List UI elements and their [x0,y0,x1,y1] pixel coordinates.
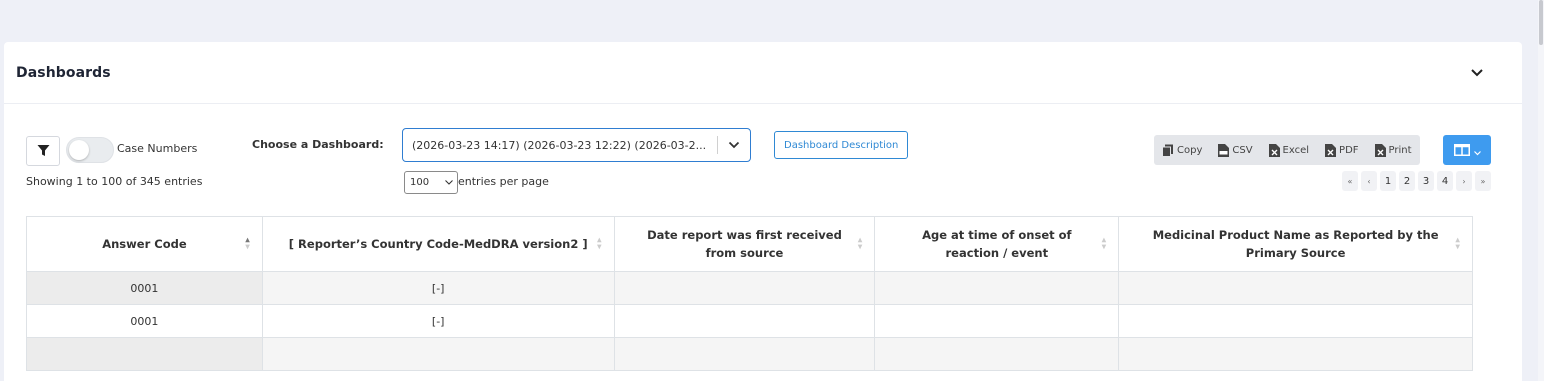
table-cell [874,271,1120,305]
chevron-down-icon [1473,141,1481,160]
table-cell [26,337,263,371]
table-cell: [-] [261,304,615,338]
page-3-button[interactable]: 3 [1418,171,1434,191]
pdf-file-icon [1325,143,1337,157]
table-row[interactable]: 0001 [-] [26,271,1473,305]
table-cell: 0001 [26,271,263,305]
page-length-select[interactable]: 100 [404,171,458,194]
export-buttons: Copy CSV Excel PDF Print [1154,135,1420,165]
column-header-reporter-country-code[interactable]: [ Reporter’s Country Code-MedDRA version… [261,216,615,272]
table-cell [613,337,876,371]
first-page-button[interactable]: « [1342,171,1358,191]
page-length-value: 100 [410,177,430,188]
table-cell [1118,337,1473,371]
csv-label: CSV [1232,144,1253,156]
column-header-label: [ Reporter’s Country Code-MedDRA version… [288,237,588,251]
page-scrollbar[interactable] [1538,0,1544,381]
case-numbers-toggle[interactable] [66,137,114,163]
chevron-down-icon[interactable] [718,141,750,149]
sort-ascending-icon: ▲ ▼ [245,236,250,251]
pdf-label: PDF [1339,144,1359,156]
next-page-button[interactable]: › [1456,171,1472,191]
card-title: Dashboards [16,64,111,81]
table-cell [613,304,876,338]
page-length-label: entries per page [458,175,549,188]
scrollbar-thumb[interactable] [1539,0,1543,45]
column-header-label: Date report was first received from sour… [647,228,842,260]
copy-label: Copy [1177,144,1203,156]
print-file-icon [1374,143,1386,157]
page-4-button[interactable]: 4 [1437,171,1453,191]
case-numbers-label: Case Numbers [117,142,198,155]
column-header-label: Medicinal Product Name as Reported by th… [1152,228,1439,260]
column-visibility-button[interactable] [1443,135,1491,165]
sort-icon: ▲ ▼ [857,236,863,251]
excel-button[interactable]: Excel [1261,135,1318,165]
table-row[interactable] [26,337,1473,371]
chevron-down-icon[interactable] [1470,66,1484,80]
sort-icon: ▲ ▼ [596,236,602,251]
copy-icon [1162,144,1174,157]
table-cell: [-] [261,271,615,305]
table-cell [261,337,615,371]
table-cell: 0001 [26,304,263,338]
column-header-answer-code[interactable]: Answer Code ▲ ▼ [26,216,263,272]
pdf-button[interactable]: PDF [1317,135,1366,165]
table-info: Showing 1 to 100 of 345 entries [26,175,203,188]
pagination: « ‹ 1 2 3 4 › » [1342,171,1491,191]
filter-icon [37,142,50,161]
table-cell [874,304,1120,338]
table-cell [1118,304,1473,338]
filter-button[interactable] [26,136,60,166]
sort-icon: ▲ ▼ [1101,236,1107,251]
print-label: Print [1388,144,1412,156]
page-2-button[interactable]: 2 [1399,171,1415,191]
excel-label: Excel [1282,144,1310,156]
table-header-row: Answer Code ▲ ▼ [ Reporter’s Country Code… [26,216,1473,272]
column-header-label: Age at time of onset of reaction / event [922,228,1072,260]
toggle-knob [69,140,89,160]
table-cell [1118,271,1473,305]
dashboard-description-button[interactable]: Dashboard Description [774,131,909,159]
copy-button[interactable]: Copy [1154,135,1210,165]
dashboard-select[interactable]: (2026-03-23 14:17) (2026-03-23 12:22) (2… [402,128,751,162]
sort-icon: ▲ ▼ [1455,236,1460,251]
columns-icon [1453,141,1470,160]
card-header: Dashboards [4,42,1522,104]
print-button[interactable]: Print [1367,135,1420,165]
column-header-label: Answer Code [102,237,187,251]
chevron-down-icon [445,177,453,188]
column-header-medicinal-product-name[interactable]: Medicinal Product Name as Reported by th… [1118,216,1473,272]
dashboard-select-value: (2026-03-23 14:17) (2026-03-23 12:22) (2… [412,138,707,152]
last-page-button[interactable]: » [1475,171,1491,191]
column-header-age-at-onset[interactable]: Age at time of onset of reaction / event… [874,216,1120,272]
csv-file-icon [1218,143,1230,157]
table-cell [874,337,1120,371]
column-header-date-received[interactable]: Date report was first received from sour… [613,216,876,272]
page-1-button[interactable]: 1 [1380,171,1396,191]
results-table: Answer Code ▲ ▼ [ Reporter’s Country Code… [26,216,1473,371]
csv-button[interactable]: CSV [1210,135,1260,165]
excel-file-icon [1268,143,1280,157]
table-cell [613,271,876,305]
table-row[interactable]: 0001 [-] [26,304,1473,338]
choose-dashboard-label: Choose a Dashboard: [252,138,384,151]
previous-page-button[interactable]: ‹ [1361,171,1377,191]
